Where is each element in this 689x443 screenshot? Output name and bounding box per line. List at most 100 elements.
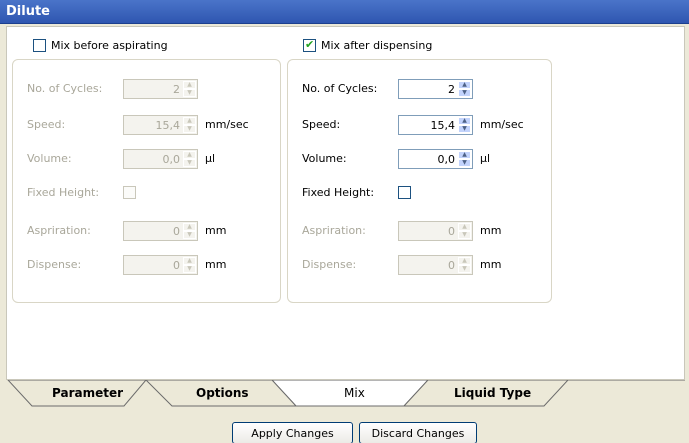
before-speed-value: 15,4 [155,118,181,132]
spin-up-icon: ▲ [183,257,196,265]
before-aspiration-stepper: 0 ▲ ▼ [123,221,198,241]
tab-mix[interactable]: Mix [344,386,365,400]
mix-before-checkbox[interactable] [33,39,46,52]
before-speed-stepper: 15,4 ▲ ▼ [123,115,198,135]
mix-before-label: Mix before aspirating [51,39,168,52]
after-speed-value[interactable]: 15,4 [431,119,459,132]
mix-panel: Mix before aspirating Mix after dispensi… [6,26,685,380]
after-dispense-row: Dispense: 0 ▲ ▼ mm [288,255,551,275]
tab-parameter[interactable]: Parameter [52,386,123,400]
before-aspiration-value: 0 [173,224,180,238]
after-aspiration-row: Aspriration: 0 ▲ ▼ mm [288,221,551,241]
before-dispense-spin-buttons: ▲ ▼ [183,257,196,273]
spin-up-icon[interactable]: ▲ [458,117,471,125]
after-dispense-spin-buttons: ▲ ▼ [458,257,471,273]
footer: Apply Changes Discard Changes [0,408,689,443]
after-volume-spin-buttons[interactable]: ▲ ▼ [458,151,471,167]
spin-up-icon: ▲ [183,81,196,89]
before-speed-unit: mm/sec [205,118,249,131]
spin-down-icon[interactable]: ▼ [458,89,471,97]
before-cycles-spin-buttons: ▲ ▼ [183,81,196,97]
tab-options[interactable]: Options [196,386,249,400]
spin-down-icon: ▼ [183,89,196,97]
spin-down-icon[interactable]: ▼ [458,125,471,133]
spin-down-icon: ▼ [458,265,471,273]
spin-up-icon: ▲ [458,223,471,231]
after-cycles-row: No. of Cycles: 2 ▲ ▼ [288,79,551,99]
after-aspiration-unit: mm [480,224,502,237]
before-speed-spin-buttons: ▲ ▼ [183,117,196,133]
after-dispense-label: Dispense: [302,258,357,271]
spin-down-icon: ▼ [183,125,196,133]
spin-up-icon: ▲ [458,257,471,265]
after-aspiration-stepper: 0 ▲ ▼ [398,221,473,241]
after-speed-row: Speed: 15,4 ▲ ▼ mm/sec [288,115,551,135]
after-volume-row: Volume: 0,0 ▲ ▼ µl [288,149,551,169]
mix-after-label: Mix after dispensing [321,39,433,52]
after-cycles-value[interactable]: 2 [448,83,458,96]
before-dispense-row: Dispense: 0 ▲ ▼ mm [13,255,280,275]
before-speed-label: Speed: [27,118,66,131]
after-cycles-stepper[interactable]: 2 ▲ ▼ [398,79,473,99]
mix-after-group: No. of Cycles: 2 ▲ ▼ Speed: 15,4 ▲ ▼ mm/se… [287,59,552,303]
spin-down-icon: ▼ [183,231,196,239]
before-fixed-height-label: Fixed Height: [27,186,100,199]
before-volume-spin-buttons: ▲ ▼ [183,151,196,167]
after-dispense-unit: mm [480,258,502,271]
mix-after-checkbox[interactable] [303,38,316,52]
after-dispense-value: 0 [448,258,455,272]
after-aspiration-label: Aspriration: [302,224,366,237]
before-speed-row: Speed: 15,4 ▲ ▼ mm/sec [13,115,280,135]
before-volume-row: Volume: 0,0 ▲ ▼ µl [13,149,280,169]
after-cycles-spin-buttons[interactable]: ▲ ▼ [458,81,471,97]
after-fixed-height-row: Fixed Height: [288,183,551,203]
spin-down-icon: ▼ [183,265,196,273]
tab-liquid-type[interactable]: Liquid Type [454,386,531,400]
before-cycles-value: 2 [173,82,180,96]
after-speed-stepper[interactable]: 15,4 ▲ ▼ [398,115,473,135]
before-aspiration-spin-buttons: ▲ ▼ [183,223,196,239]
before-volume-label: Volume: [27,152,72,165]
spin-down-icon[interactable]: ▼ [458,159,471,167]
before-fixed-height-row: Fixed Height: [13,183,280,203]
before-dispense-label: Dispense: [27,258,82,271]
after-fixed-height-label: Fixed Height: [302,186,375,199]
after-volume-value[interactable]: 0,0 [438,153,459,166]
mix-after-toggle[interactable]: Mix after dispensing [303,38,433,52]
spin-down-icon: ▼ [458,231,471,239]
before-fixed-height-checkbox [123,186,136,199]
spin-up-icon: ▲ [183,117,196,125]
after-aspiration-value: 0 [448,224,455,238]
after-volume-label: Volume: [302,152,347,165]
before-dispense-value: 0 [173,258,180,272]
mix-before-toggle[interactable]: Mix before aspirating [33,39,168,52]
before-cycles-label: No. of Cycles: [27,82,103,95]
spin-up-icon[interactable]: ▲ [458,81,471,89]
spin-down-icon: ▼ [183,159,196,167]
before-volume-value: 0,0 [162,152,181,166]
tab-strip: Parameter Options Mix Liquid Type [0,380,689,408]
before-volume-unit: µl [205,152,216,165]
spin-up-icon: ▲ [183,223,196,231]
before-cycles-row: No. of Cycles: 2 ▲ ▼ [13,79,280,99]
after-cycles-label: No. of Cycles: [302,82,378,95]
apply-changes-button[interactable]: Apply Changes [232,422,353,443]
mix-before-group: No. of Cycles: 2 ▲ ▼ Speed: 15,4 ▲ ▼ mm/se… [12,59,281,303]
discard-changes-button[interactable]: Discard Changes [359,422,477,443]
before-cycles-stepper: 2 ▲ ▼ [123,79,198,99]
after-speed-unit: mm/sec [480,118,524,131]
window-title: Dilute [6,4,50,19]
before-volume-stepper: 0,0 ▲ ▼ [123,149,198,169]
title-bar: Dilute [0,0,689,24]
after-speed-spin-buttons[interactable]: ▲ ▼ [458,117,471,133]
after-volume-stepper[interactable]: 0,0 ▲ ▼ [398,149,473,169]
before-dispense-stepper: 0 ▲ ▼ [123,255,198,275]
after-volume-unit: µl [480,152,491,165]
after-aspiration-spin-buttons: ▲ ▼ [458,223,471,239]
after-speed-label: Speed: [302,118,341,131]
spin-up-icon[interactable]: ▲ [458,151,471,159]
after-dispense-stepper: 0 ▲ ▼ [398,255,473,275]
before-aspiration-row: Aspriration: 0 ▲ ▼ mm [13,221,280,241]
spin-up-icon: ▲ [183,151,196,159]
after-fixed-height-checkbox[interactable] [398,186,411,199]
